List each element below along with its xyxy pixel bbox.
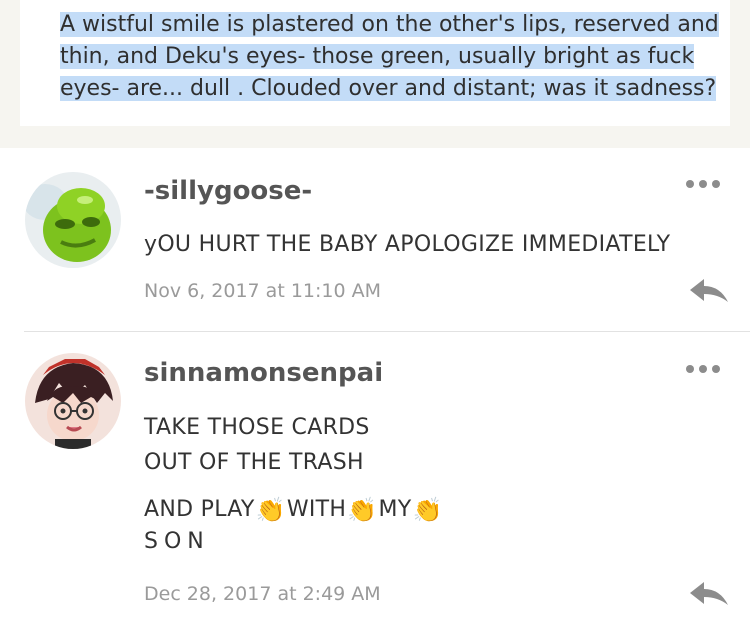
comment-timestamp: Dec 28, 2017 at 2:49 AM [144, 583, 381, 605]
comment-body: yOU HURT THE BABY APOLOGIZE IMMEDIATELY [144, 232, 671, 257]
comment-timestamp: Nov 6, 2017 at 11:10 AM [144, 280, 381, 302]
avatar[interactable] [25, 353, 121, 449]
comment-body-line: AND PLAY 👏 WITH 👏 MY 👏 [144, 493, 444, 527]
selected-quote-text[interactable]: A wistful smile is plastered on the othe… [60, 9, 732, 105]
comment-username[interactable]: sinnamonsenpai [144, 358, 383, 388]
more-options-icon[interactable] [686, 365, 720, 373]
comment-body-line: TAKE THOSE CARDS [144, 415, 370, 440]
comment-divider [24, 331, 750, 332]
clapping-hands-icon: 👏 [347, 496, 378, 524]
anime-character-avatar-icon [25, 353, 121, 449]
comment-word: MY [378, 497, 412, 522]
quote-highlight: A wistful smile is plastered on the othe… [60, 12, 719, 101]
comment-item: sinnamonsenpai TAKE THOSE CARDS OUT OF T… [0, 333, 750, 633]
quoted-excerpt: A wistful smile is plastered on the othe… [20, 0, 730, 126]
clapping-hands-icon: 👏 [255, 496, 286, 524]
clapping-hands-icon: 👏 [412, 496, 443, 524]
comment-body-line: SON [144, 529, 210, 554]
comment-word: AND PLAY [144, 497, 255, 522]
comment-item: -sillygoose- yOU HURT THE BABY APOLOGIZE… [0, 148, 750, 333]
comment-username[interactable]: -sillygoose- [144, 176, 312, 206]
comment-list: -sillygoose- yOU HURT THE BABY APOLOGIZE… [0, 148, 750, 633]
comment-body-line: OUT OF THE TRASH [144, 450, 364, 475]
reply-arrow-icon[interactable] [688, 276, 730, 306]
more-options-icon[interactable] [686, 180, 720, 188]
avatar[interactable] [25, 172, 121, 268]
reply-arrow-icon[interactable] [688, 579, 730, 609]
comment-word: WITH [286, 497, 347, 522]
green-blob-avatar-icon [25, 172, 121, 268]
